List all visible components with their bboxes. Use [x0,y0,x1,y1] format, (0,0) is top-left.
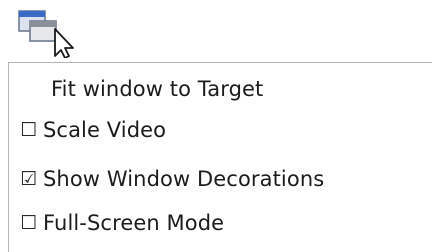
window-layout-button[interactable] [17,8,79,59]
toolbar-area [0,0,432,62]
menu-item-scale-video[interactable]: ☐ Scale Video [20,112,166,148]
menu-item-label: Fit window to Target [51,77,264,101]
mouse-pointer-icon [54,28,74,59]
checkbox-unchecked-icon[interactable]: ☐ [20,119,38,141]
checkbox-unchecked-icon[interactable]: ☐ [20,212,38,234]
menu-item-label: Show Window Decorations [43,167,325,191]
window-layout-icon [18,10,74,59]
screen: { "toolbar": { "window_icon": "window-la… [0,0,432,252]
context-menu: Fit window to Target ☐ Scale Video ☑ Sho… [8,62,432,252]
menu-item-full-screen-mode[interactable]: ☐ Full-Screen Mode [20,205,224,241]
menu-item-label: Full-Screen Mode [43,211,225,235]
menu-item-label: Scale Video [43,118,167,142]
checkbox-checked-icon[interactable]: ☑ [20,168,38,190]
menu-item-show-window-decorations[interactable]: ☑ Show Window Decorations [20,161,324,197]
menu-item-fit-window-to-target[interactable]: Fit window to Target [51,71,263,107]
